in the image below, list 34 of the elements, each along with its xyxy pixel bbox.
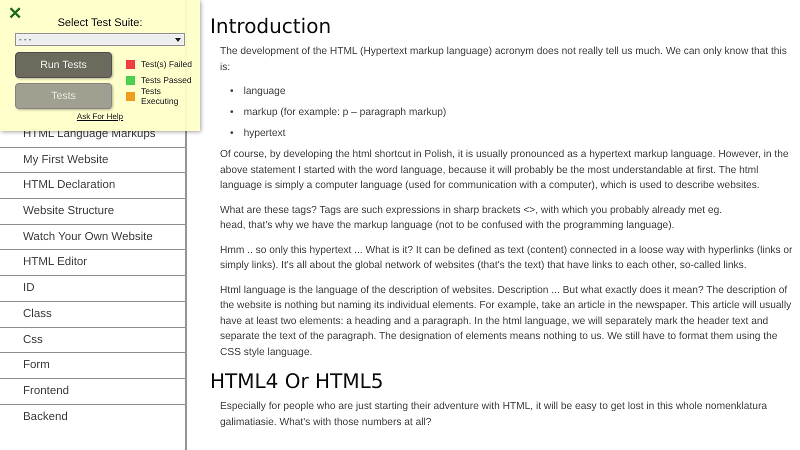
sidebar-item[interactable]: Website Structure (0, 199, 185, 225)
panel-title: Select Test Suite: (56, 17, 144, 30)
legend-label: Tests Passed (141, 75, 192, 85)
legend-label: Tests Executing (141, 86, 180, 106)
paragraph: Of course, by developing the html shortcut in Polish, it is usually pronounced as a hypertext markup language. However, in the above statement I started with the word language, because it will probably be the most understandable at first. The html language is simply a computer language (used for communication with a computer), which is used to describe websites. (220, 148, 790, 193)
sidebar-item[interactable]: Class (0, 302, 185, 328)
paragraph: What are these tags? Tags are such expressions in sharp brackets <>, with which you probably already met eg. head, that's why we have the markup language (not to be confused with the programming language). (220, 204, 724, 233)
sidebar-item[interactable]: ID (0, 276, 185, 302)
list-item: hypertext (244, 127, 286, 141)
section-heading: Introduction (210, 14, 332, 38)
list-item: language (244, 85, 286, 99)
bullet: • (230, 106, 234, 120)
sidebar-item[interactable]: Watch Your Own Website (0, 224, 185, 250)
run-tests-button[interactable]: Run Tests (15, 52, 112, 78)
help-link[interactable]: Ask For Help (76, 112, 124, 121)
paragraph: Html language is the language of the description of websites. Description ... But what exactly does it mean? The description of the website is nothing but naming its individual elements. For example, take an article in the newspaper. This article will usually have at least two elements: a heading and a paragraph. In the html language, we will separately mark the header text and separate the text of the paragraph. The designation of elements means nothing to us. We still have to format them using the CSS style language. (220, 284, 792, 360)
sidebar-item[interactable]: HTML Editor (0, 250, 185, 276)
bullet: • (230, 85, 234, 99)
caret-icon (175, 38, 181, 42)
sidebar-item[interactable]: HTML Declaration (0, 173, 185, 200)
sidebar-item[interactable]: Form (0, 353, 185, 379)
bullet: • (230, 127, 234, 141)
sidebar-item[interactable]: My First Website (0, 148, 185, 174)
section-heading: HTML4 Or HTML5 (210, 369, 384, 393)
sidebar-item[interactable]: Frontend (0, 378, 185, 405)
paragraph: Especially for people who are just starting their adventure with HTML, it will be easy to get lost in this whole nomenklatura galimatiasie. What's with those numbers at all? (220, 400, 768, 430)
sidebar-item[interactable]: Css (0, 328, 185, 354)
close-icon[interactable]: ✕ (8, 4, 30, 24)
paragraph: The development of the HTML (Hypertext markup language) acronym does not really tell us much. We can only know that this is: (220, 45, 788, 74)
legend-label: Test(s) Failed (141, 59, 192, 69)
list-item: markup (for example: p – paragraph markup) (244, 106, 446, 120)
sidebar-item[interactable]: Backend (0, 404, 185, 430)
paragraph: Hmm .. so only this hypertext ... What is it? It can be defined as text (content) connected in a loose way with hyperlinks (links or simply links). It's all about the global network of websites (that's the text) that have links to each other, so-called links. (220, 244, 794, 273)
suite-select[interactable]: - - - (15, 33, 185, 46)
